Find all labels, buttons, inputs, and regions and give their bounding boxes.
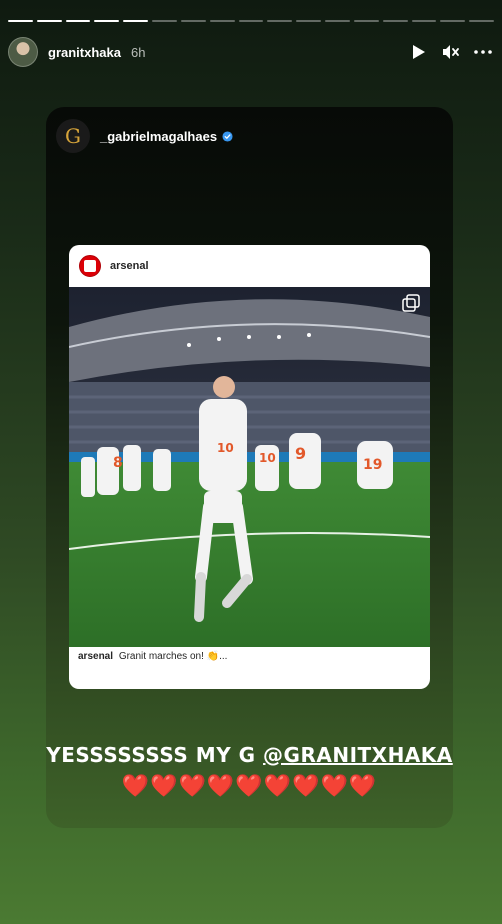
arsenal-crest-icon — [79, 255, 101, 277]
shared-source[interactable]: G _gabrielmagalhaes — [56, 119, 233, 153]
progress-segment — [411, 20, 437, 22]
player-number: 19 — [363, 457, 382, 473]
shared-post-card[interactable]: G _gabrielmagalhaes arsenal 8 10 10 9 19… — [46, 107, 453, 828]
player-number: 9 — [295, 444, 306, 463]
progress-segment — [469, 20, 495, 22]
story-progress-bar — [8, 20, 495, 22]
embedded-post-header: arsenal — [69, 245, 430, 287]
embedded-post[interactable]: arsenal 8 10 10 9 19 arsenal Granit marc… — [69, 245, 430, 689]
story-controls — [410, 43, 492, 61]
post-photo[interactable]: 8 10 10 9 19 — [69, 287, 430, 647]
progress-segment — [8, 20, 33, 22]
play-icon[interactable] — [410, 43, 428, 61]
verified-badge-icon — [222, 130, 233, 142]
progress-segment — [94, 20, 120, 22]
progress-segment — [267, 20, 293, 22]
hearts-emoji: ❤️❤️❤️❤️❤️❤️❤️❤️❤️ — [121, 773, 378, 798]
caption-account[interactable]: arsenal — [78, 651, 113, 662]
story-header: granitxhaka 6h — [8, 36, 492, 68]
progress-segment — [123, 20, 149, 22]
caption-text: Granit marches on! 👏... — [118, 651, 228, 662]
progress-segment — [238, 20, 264, 22]
progress-segment — [440, 20, 466, 22]
mention-link[interactable]: @GRANITXHAKA — [263, 743, 453, 767]
embedded-post-caption: arsenal Granit marches on! 👏... — [78, 651, 421, 662]
author-avatar[interactable] — [8, 37, 38, 67]
progress-segment — [296, 20, 322, 22]
player-number: 10 — [259, 451, 276, 465]
progress-segment — [382, 20, 408, 22]
more-icon[interactable] — [474, 43, 492, 61]
mute-icon[interactable] — [442, 43, 460, 61]
progress-segment — [209, 20, 235, 22]
progress-segment — [325, 20, 350, 22]
embedded-post-account[interactable]: arsenal — [110, 260, 149, 272]
player-number: 8 — [113, 455, 123, 471]
story-text-sticker: YESSSSSSSS MY G @GRANITXHAKA — [46, 743, 453, 767]
post-time: 6h — [130, 44, 146, 60]
source-username[interactable]: _gabrielmagalhaes — [100, 129, 217, 144]
source-avatar[interactable]: G — [56, 119, 90, 153]
progress-segment — [180, 20, 206, 22]
sticker-text: YESSSSSSSS MY G — [46, 743, 256, 767]
progress-segment — [152, 20, 177, 22]
progress-segment — [353, 20, 379, 22]
progress-segment — [36, 20, 62, 22]
player-number: 10 — [217, 441, 234, 455]
author-username[interactable]: granitxhaka — [48, 45, 121, 60]
progress-segment — [65, 20, 91, 22]
